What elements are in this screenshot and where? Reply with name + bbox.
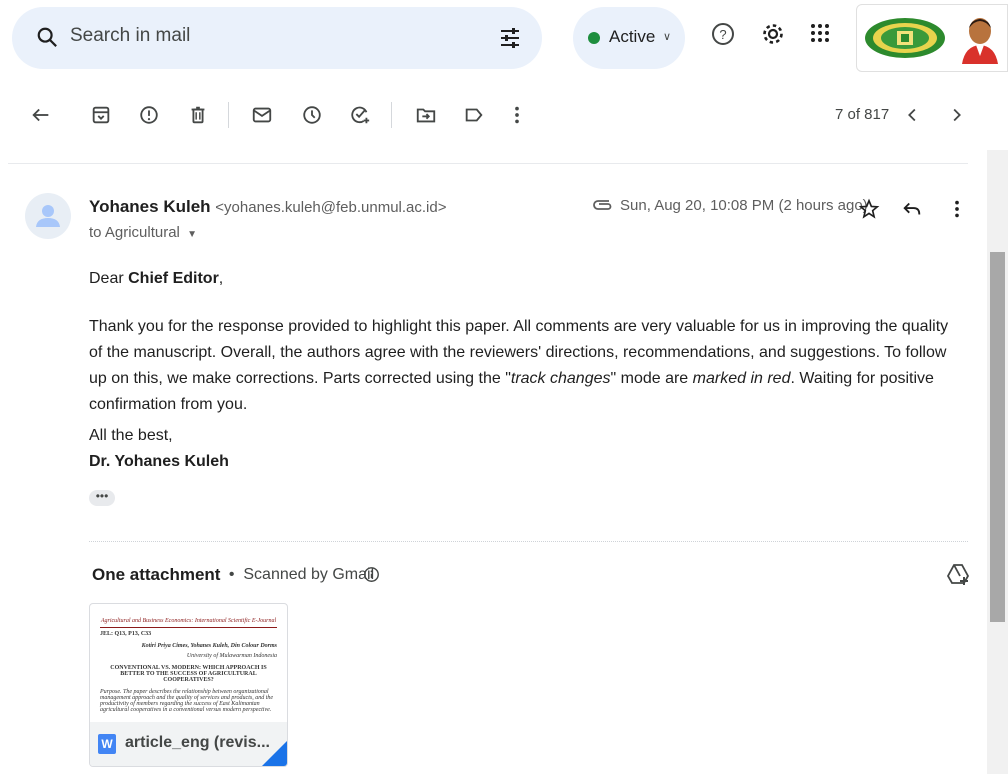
attachments-title: One attachment [92,565,221,584]
message-toolbar: 7 of 817 [0,80,1008,150]
pagination-count: 7 of 817 [835,106,890,123]
sender-name[interactable]: Yohanes Kuleh <yohanes.kuleh@feb.unmul.a… [89,197,447,217]
report-spam-icon[interactable] [138,104,160,126]
signature: Dr. Yohanes Kuleh [89,453,229,470]
show-trimmed-content-button[interactable]: ••• [89,490,115,506]
older-chevron-icon[interactable] [945,104,967,126]
svg-text:?: ? [719,27,726,42]
organization-logo [863,15,947,66]
para-marked-red: marked in red [692,370,791,387]
newer-chevron-icon[interactable] [902,104,924,126]
word-document-icon: W [98,734,116,754]
para-text-2: " mode are [610,370,693,387]
recipients-label: to Agricultural [89,224,180,241]
scrollbar-thumb[interactable] [990,252,1005,622]
para-track-changes: track changes [510,370,611,387]
status-label: Active [609,27,656,46]
gear-icon[interactable] [761,22,785,51]
greeting-prefix: Dear [89,270,129,287]
delete-icon[interactable] [187,104,209,126]
star-icon[interactable] [858,198,880,225]
search-icon[interactable] [36,26,58,53]
preview-affiliation: University of Mulawarman Indonesia [186,653,277,659]
preview-authors: Kotiri Priya Cimes, Yohanes Kuleh, Din C… [141,643,277,649]
sender-email: <yohanes.kuleh@feb.unmul.ac.id> [215,199,447,216]
more-options-icon[interactable] [506,104,528,126]
chevron-down-icon: ∨ [663,31,672,43]
caret-down-icon: ▼ [187,229,197,240]
attachment-filename: article_eng (revis... [125,734,270,751]
greeting-suffix: , [218,270,224,287]
greeting-name: Chief Editor [128,270,219,287]
account-switcher[interactable] [856,4,1008,72]
message-more-icon[interactable] [946,198,968,225]
scanned-by-gmail: • Scanned by Gmail [220,566,375,583]
reply-icon[interactable] [901,198,923,225]
search-input[interactable]: Search in mail [70,25,190,47]
top-bar: Search in mail Active ∨ ? [0,0,1008,80]
toolbar-divider [391,102,392,128]
add-task-icon[interactable] [349,104,371,126]
message-paragraph: Thank you for the response provided to h… [89,314,959,418]
recipients-toggle[interactable]: to Agricultural ▼ [89,224,197,241]
attachment-card[interactable]: Agricultural and Business Economics: Int… [89,603,288,767]
attachment-preview: Agricultural and Business Economics: Int… [90,604,287,722]
search-bar[interactable]: Search in mail [12,7,542,69]
archive-icon[interactable] [90,104,112,126]
attachment-clip-icon [592,198,614,217]
preview-ref: JEL: Q13, P13, C33 [100,631,152,637]
sender-name-text: Yohanes Kuleh [89,197,211,216]
apps-grid-icon[interactable] [809,22,831,49]
search-options-icon[interactable] [498,26,522,55]
attachment-footer: W article_eng (revis... [90,722,287,766]
snooze-icon[interactable] [301,104,323,126]
mark-unread-icon[interactable] [251,104,273,126]
status-dot [588,32,600,44]
label-icon[interactable] [463,104,485,126]
preview-abstract: Purpose. The paper describes the relatio… [100,689,274,713]
message-date: Sun, Aug 20, 10:08 PM (2 hours ago) [620,197,868,214]
back-arrow-icon[interactable] [30,104,52,126]
help-icon[interactable]: ? [711,22,735,51]
info-icon[interactable] [363,566,380,588]
toolbar-divider [228,102,229,128]
greeting: Dear Chief Editor, [89,270,223,288]
attachment-corner-fold [259,741,287,766]
status-selector[interactable]: Active ∨ [573,7,685,69]
divider [8,163,968,164]
attachments-divider [89,541,968,542]
preview-journal: Agricultural and Business Economics: Int… [100,618,277,624]
preview-title: CONVENTIONAL VS. MODERN: WHICH APPROACH … [110,665,267,683]
user-avatar[interactable] [959,14,1001,64]
add-to-drive-icon[interactable] [946,562,970,591]
sender-avatar[interactable] [25,193,71,239]
closing: All the best, [89,427,173,444]
move-to-icon[interactable] [415,104,437,126]
